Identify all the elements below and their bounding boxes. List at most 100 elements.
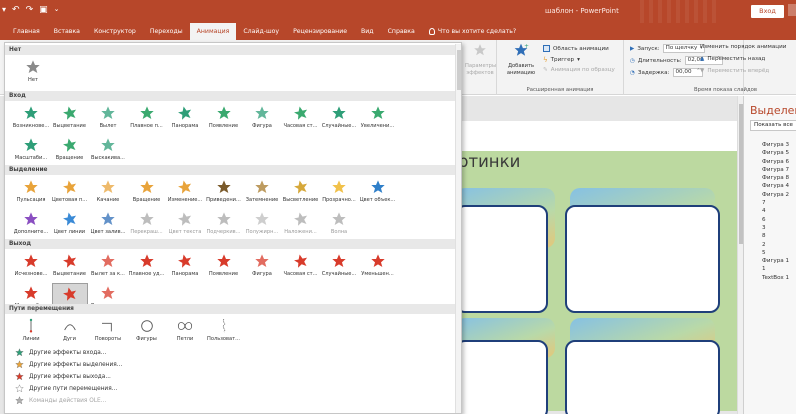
effect-item[interactable]: Прозрачно...	[321, 177, 357, 207]
effect-item[interactable]: Вращение	[52, 135, 88, 165]
slide-title[interactable]: ртинки	[458, 152, 520, 171]
animation-list-item[interactable]: 5	[762, 249, 789, 257]
window-controls[interactable]	[788, 4, 796, 16]
effect-item[interactable]: Плавное уд...	[129, 251, 165, 281]
redo-icon[interactable]: ↷	[26, 5, 34, 15]
motion-path-item[interactable]: Петли	[167, 316, 203, 346]
effect-item[interactable]: Пульсация	[13, 177, 49, 207]
tab-6[interactable]: Рецензирование	[286, 23, 354, 40]
more-effects-item[interactable]: Другие эффекты выделения...	[15, 360, 122, 369]
present-icon[interactable]: ▣	[39, 5, 48, 15]
motion-path-item[interactable]: Линии	[13, 316, 49, 346]
sign-in-button[interactable]: Вход	[751, 5, 784, 18]
effect-item[interactable]: Уменьшен...	[360, 251, 396, 281]
move-earlier-button[interactable]: ▲ Переместить назад	[700, 56, 765, 62]
effect-item[interactable]: Плавное п...	[129, 103, 165, 133]
more-effects-item[interactable]: Другие эффекты входа...	[15, 348, 106, 357]
move-later-button[interactable]: ▼ Переместить вперёд	[700, 68, 769, 74]
effect-item[interactable]: Случайные...	[321, 103, 357, 133]
effect-item[interactable]: Выцветание	[52, 251, 88, 281]
animation-list-item[interactable]: Фигура 1	[762, 257, 789, 265]
effect-item[interactable]: Вылет за к...	[90, 251, 126, 281]
animation-list-item[interactable]: 7	[762, 199, 789, 207]
effect-item[interactable]: Выскакива...	[90, 135, 126, 165]
more-effects-item[interactable]: Другие пути перемещения...	[15, 384, 117, 393]
effect-item[interactable]: Появление	[206, 251, 242, 281]
animation-painter-button[interactable]: ✎ Анимация по образцу	[543, 67, 615, 73]
effect-item[interactable]: Возникнове...	[13, 103, 49, 133]
effect-item[interactable]: Цвет текста	[167, 209, 203, 239]
customize-icon[interactable]: ⌄	[54, 5, 60, 15]
tab-2[interactable]: Конструктор	[87, 23, 143, 40]
effect-item[interactable]: Качание	[90, 177, 126, 207]
tab-3[interactable]: Переходы	[143, 23, 190, 40]
tab-0[interactable]: Главная	[6, 23, 47, 40]
effect-item[interactable]: Цветовая п...	[52, 177, 88, 207]
undo-icon[interactable]: ↶	[12, 5, 20, 15]
motion-path-item[interactable]: Пользоват...	[206, 316, 242, 346]
effect-item[interactable]: Подчеркив...	[206, 209, 242, 239]
tab-8[interactable]: Справка	[381, 23, 422, 40]
animation-list-item[interactable]: Фигура 6	[762, 158, 789, 166]
animation-list-item[interactable]: 3	[762, 224, 789, 232]
effect-item[interactable]: Масштаби...	[13, 135, 49, 165]
effect-item[interactable]: Высветление	[283, 177, 319, 207]
effect-item[interactable]: Изменение...	[167, 177, 203, 207]
animation-list-item[interactable]: 8	[762, 232, 789, 240]
effect-item[interactable]: Часовая ст...	[283, 103, 319, 133]
gallery-scrollbar[interactable]	[455, 44, 461, 413]
effect-item[interactable]: Панорама	[167, 103, 203, 133]
motion-path-item[interactable]: Дуги	[52, 316, 88, 346]
effect-item[interactable]: Вращение	[129, 177, 165, 207]
motion-path-item[interactable]: Повороты	[90, 316, 126, 346]
effect-item[interactable]: Увеличени...	[360, 103, 396, 133]
effect-item[interactable]: Появление	[206, 103, 242, 133]
effect-item[interactable]: Фигура	[244, 103, 280, 133]
show-all-button[interactable]: Показать все	[750, 120, 796, 131]
effect-none[interactable]: Нет	[15, 57, 51, 87]
effect-item[interactable]: Дополните...	[13, 209, 49, 239]
tab-4[interactable]: Анимация	[189, 23, 237, 40]
effect-item[interactable]: Вылет	[90, 103, 126, 133]
delay-stepper[interactable]: 00,00	[672, 68, 703, 77]
effect-options-button[interactable]: Параметры эффектов	[465, 43, 496, 77]
slide-card[interactable]	[455, 205, 548, 313]
effect-item[interactable]: Панорама	[167, 251, 203, 281]
tab-1[interactable]: Вставка	[47, 23, 87, 40]
effect-item[interactable]: Волна	[321, 209, 357, 239]
animation-list-item[interactable]: Фигура 8	[762, 174, 789, 182]
animation-list-item[interactable]: 1	[762, 265, 789, 273]
effect-item[interactable]: Приведени...	[206, 177, 242, 207]
slide-card[interactable]	[565, 205, 720, 313]
effect-item[interactable]: Цвет объек...	[360, 177, 396, 207]
more-effects-item[interactable]: Команды действия OLE...	[15, 396, 106, 405]
animation-list-item[interactable]: 6	[762, 216, 789, 224]
animation-list-item[interactable]: Фигура 5	[762, 149, 789, 157]
start-select[interactable]: По щелчку	[662, 44, 705, 53]
effect-item[interactable]: Перекраш...	[129, 209, 165, 239]
tab-5[interactable]: Слайд-шоу	[236, 23, 286, 40]
animation-list-item[interactable]: 2	[762, 241, 789, 249]
save-icon[interactable]: ▾	[2, 5, 6, 15]
effect-item[interactable]: Фигура	[244, 251, 280, 281]
animation-list-item[interactable]: TextBox 1	[762, 274, 789, 282]
effect-item[interactable]: Часовая ст...	[283, 251, 319, 281]
tell-me-search[interactable]: Что вы хотите сделать?	[422, 23, 523, 40]
add-animation-button[interactable]: + Добавить анимацию	[503, 43, 539, 77]
effect-item[interactable]: Выцветание	[52, 103, 88, 133]
effect-item[interactable]: Наложени...	[283, 209, 319, 239]
slide-card[interactable]	[565, 340, 720, 414]
tab-7[interactable]: Вид	[354, 23, 381, 40]
animation-list-item[interactable]: Фигура 2	[762, 191, 789, 199]
effect-item[interactable]: Исчезнове...	[13, 251, 49, 281]
animation-list-item[interactable]: Фигура 4	[762, 182, 789, 190]
animation-pane-button[interactable]: Область анимации	[543, 45, 609, 52]
animation-list-item[interactable]: 4	[762, 207, 789, 215]
animation-list-item[interactable]: Фигура 7	[762, 166, 789, 174]
animation-list-item[interactable]: Фигура 3	[762, 141, 789, 149]
effect-item[interactable]: Случайные...	[321, 251, 357, 281]
effect-item[interactable]: Полужирн...	[244, 209, 280, 239]
effect-item[interactable]: Затемнение	[244, 177, 280, 207]
motion-path-item[interactable]: Фигуры	[129, 316, 165, 346]
trigger-button[interactable]: ϟ Триггер ▾	[543, 56, 580, 64]
